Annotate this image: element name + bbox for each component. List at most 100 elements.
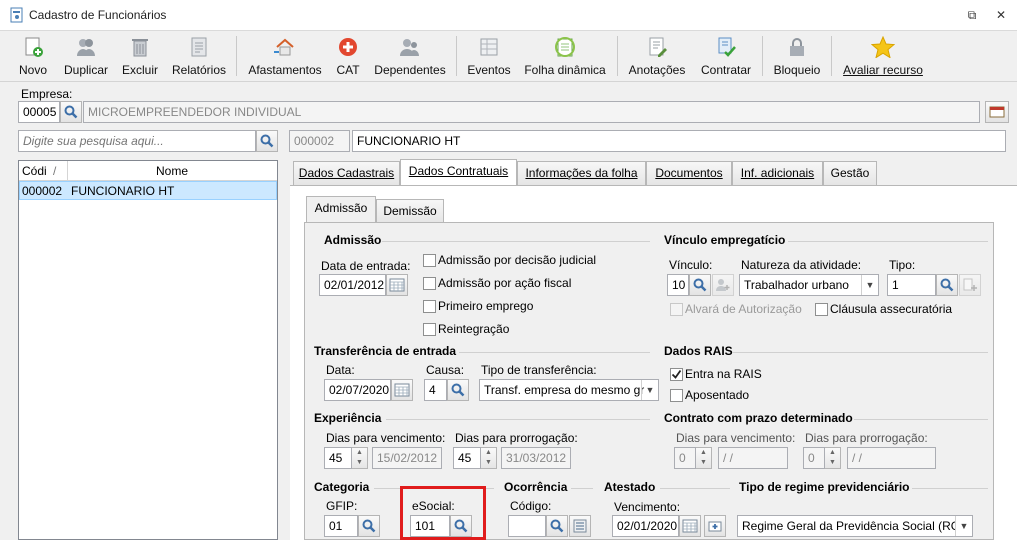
data-entrada-input[interactable]: 02/01/2012: [319, 274, 386, 296]
data-entrada-calendar-button[interactable]: [386, 274, 408, 296]
anotacoes-button[interactable]: Anotações: [626, 34, 688, 80]
exp-vencimento-dias-input[interactable]: 45: [324, 447, 352, 469]
bloqueio-button[interactable]: Bloqueio: [771, 34, 823, 80]
chevron-down-icon: ▼: [861, 275, 878, 295]
dependentes-button[interactable]: Dependentes: [374, 34, 446, 80]
atestado-vencimento-label: Vencimento:: [614, 500, 681, 514]
admissao-fiscal-checkbox[interactable]: [423, 277, 436, 290]
avaliar-recurso-button[interactable]: Avaliar recurso: [840, 34, 926, 80]
calendar-icon: [394, 383, 410, 397]
gfip-input[interactable]: 01: [324, 515, 358, 537]
aposentado-checkbox[interactable]: [670, 389, 683, 402]
column-code-header[interactable]: Códi: [22, 164, 47, 178]
exp-prorrogacao-dias-input[interactable]: 45: [453, 447, 481, 469]
atestado-calendar-button[interactable]: [679, 515, 701, 537]
column-name-header[interactable]: Nome: [156, 164, 188, 178]
transferencia-section-title: Transferência de entrada: [314, 344, 457, 358]
checkmark-icon: [671, 369, 682, 379]
atestado-add-button[interactable]: [704, 515, 726, 537]
tipo-transferencia-label: Tipo de transferência:: [481, 363, 597, 377]
ocorrencia-search-button[interactable]: [546, 515, 568, 537]
search-input[interactable]: [18, 130, 256, 152]
tab-demissao[interactable]: Demissão: [376, 199, 444, 223]
toolbar: Novo Duplicar Excluir Relatórios Afastam…: [0, 32, 1017, 82]
search-icon: [260, 134, 274, 148]
reintegracao-checkbox[interactable]: [423, 323, 436, 336]
cat-button[interactable]: CAT: [334, 34, 362, 80]
tipo-add-button[interactable]: [959, 274, 981, 296]
relatorios-button[interactable]: Relatórios: [170, 34, 228, 80]
tab-informacoes-folha[interactable]: Informações da folha: [517, 161, 646, 185]
employee-name-field[interactable]: FUNCIONARIO HT: [352, 130, 1006, 152]
duplicate-icon: [77, 39, 95, 56]
calendar-icon: [389, 278, 405, 292]
card-icon: [989, 106, 1005, 118]
regime-select[interactable]: Regime Geral da Previdência Social (RGP ▼: [737, 515, 973, 537]
afastamentos-button[interactable]: Afastamentos: [246, 34, 324, 80]
novo-button[interactable]: Novo: [14, 34, 52, 80]
table-row[interactable]: 000002 FUNCIONARIO HT: [19, 181, 277, 200]
search-button[interactable]: [256, 130, 278, 152]
cont-vencimento-spinner[interactable]: ▲ ▼: [696, 447, 712, 469]
house-icon: [274, 38, 294, 56]
search-icon: [64, 105, 78, 119]
contrato-section-title: Contrato com prazo determinado: [664, 411, 853, 425]
tab-documentos[interactable]: Documentos: [646, 161, 732, 185]
primeiro-emprego-checkbox[interactable]: [423, 300, 436, 313]
clausula-checkbox[interactable]: [815, 303, 828, 316]
admissao-judicial-checkbox[interactable]: [423, 254, 436, 267]
ocorrencia-list-button[interactable]: [569, 515, 591, 537]
cont-vencimento-data-field: / /: [718, 447, 788, 469]
transferencia-calendar-button[interactable]: [391, 379, 413, 401]
atestado-vencimento-input[interactable]: 02/01/2020: [612, 515, 679, 537]
ocorrencia-section-title: Ocorrência: [504, 480, 568, 494]
transferencia-data-input[interactable]: 02/07/2020: [324, 379, 391, 401]
exp-prorrogacao-spinner[interactable]: ▲ ▼: [481, 447, 497, 469]
eventos-button[interactable]: Eventos: [466, 34, 512, 80]
duplicar-button[interactable]: Duplicar: [60, 34, 112, 80]
gfip-search-button[interactable]: [358, 515, 380, 537]
clausula-label: Cláusula assecuratória: [830, 302, 953, 316]
tab-dados-cadastrais[interactable]: Dados Cadastrais: [293, 161, 400, 185]
empresa-search-button[interactable]: [60, 101, 82, 123]
tab-admissao[interactable]: Admissão: [306, 196, 376, 223]
esocial-highlight-box: [400, 486, 486, 540]
rais-section-title: Dados RAIS: [664, 344, 733, 358]
cont-prorrogacao-dias-input[interactable]: 0: [803, 447, 825, 469]
empresa-card-button[interactable]: [985, 101, 1009, 123]
tipo-transferencia-select[interactable]: Transf. empresa do mesmo gr ▼: [479, 379, 659, 401]
atestado-section-title: Atestado: [604, 480, 656, 494]
gfip-label: GFIP:: [326, 499, 358, 513]
primeiro-emprego-label: Primeiro emprego: [438, 299, 534, 313]
contratar-button[interactable]: Contratar: [698, 34, 754, 80]
folha-dinamica-button[interactable]: Folha dinâmica: [522, 34, 608, 80]
ocorrencia-codigo-input[interactable]: [508, 515, 546, 537]
alvara-checkbox[interactable]: [670, 303, 683, 316]
entra-rais-checkbox[interactable]: [670, 368, 683, 381]
causa-input[interactable]: 4: [424, 379, 447, 401]
categoria-section-title: Categoria: [314, 480, 370, 494]
excluir-button[interactable]: Excluir: [120, 34, 160, 80]
vinculo-add-button[interactable]: [712, 274, 734, 296]
restore-icon[interactable]: ⧉: [965, 8, 979, 23]
tab-inf-adicionais[interactable]: Inf. adicionais: [732, 161, 823, 185]
tab-dados-contratuais[interactable]: Dados Contratuais: [400, 159, 517, 186]
admissao-section-title: Admissão: [324, 233, 382, 247]
close-icon[interactable]: ✕: [994, 8, 1008, 22]
empresa-code-input[interactable]: 00005: [18, 101, 60, 123]
tipo-input[interactable]: 1: [887, 274, 936, 296]
tipo-search-button[interactable]: [936, 274, 958, 296]
notes-icon: [649, 37, 667, 57]
exp-vencimento-spinner[interactable]: ▲ ▼: [352, 447, 368, 469]
cont-prorrogacao-spinner[interactable]: ▲ ▼: [825, 447, 841, 469]
causa-search-button[interactable]: [447, 379, 469, 401]
natureza-select[interactable]: Trabalhador urbano ▼: [739, 274, 879, 296]
tab-gestao[interactable]: Gestão: [823, 161, 877, 185]
vinculo-search-button[interactable]: [689, 274, 711, 296]
grid-header: Códi / Nome: [19, 161, 277, 181]
app-icon: [10, 7, 23, 23]
calendar-icon: [682, 519, 698, 533]
cont-vencimento-dias-input[interactable]: 0: [674, 447, 696, 469]
exp-vencimento-label: Dias para vencimento:: [326, 431, 446, 445]
vinculo-input[interactable]: 10: [667, 274, 689, 296]
